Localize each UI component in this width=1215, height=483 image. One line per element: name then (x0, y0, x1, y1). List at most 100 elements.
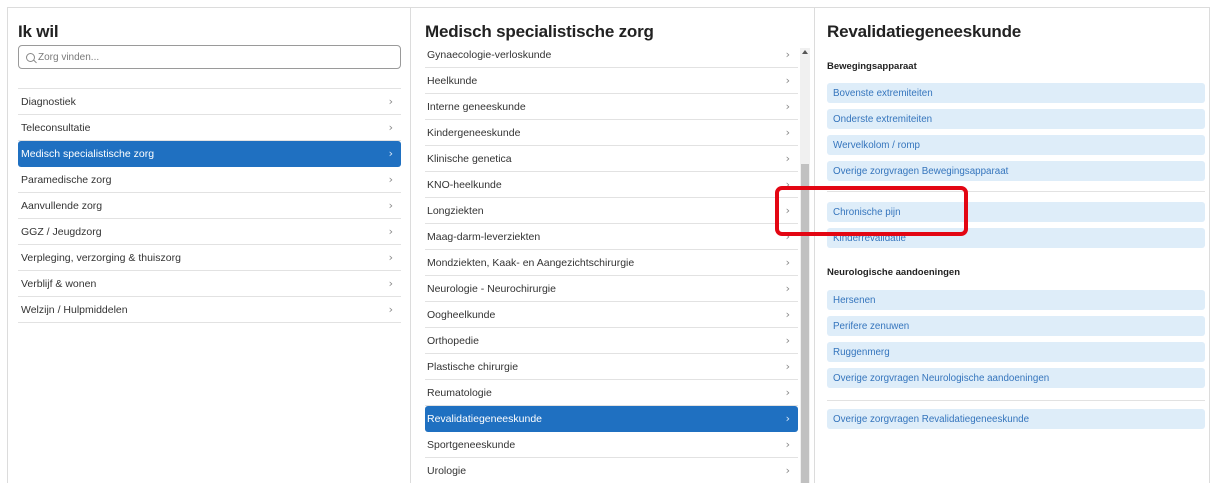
category-item[interactable]: Diagnostiek › (18, 89, 401, 115)
chevron-right-icon: › (785, 48, 790, 61)
category-item-label: Welzijn / Hulpmiddelen (21, 303, 128, 316)
section-title-neurologische-aandoeningen: Neurologische aandoeningen (827, 267, 961, 278)
panel-title: Revalidatiegeneeskunde (827, 22, 1022, 41)
subcategory-list: Hersenen Perifere zenuwen Ruggenmerg Ove… (827, 290, 1205, 394)
panel-title: Medisch specialistische zorg (425, 22, 654, 41)
specialism-item[interactable]: Interne geneeskunde › (425, 94, 798, 120)
category-item-label: Teleconsultatie (21, 121, 91, 134)
specialism-item[interactable]: Orthopedie › (425, 328, 798, 354)
specialism-item-label: Maag-darm-leverziekten (427, 230, 541, 243)
category-item-label: Paramedische zorg (21, 173, 112, 186)
chevron-right-icon: › (388, 251, 393, 264)
specialism-item[interactable]: Revalidatiegeneeskunde › (425, 406, 798, 432)
category-item[interactable]: GGZ / Jeugdzorg › (18, 219, 401, 245)
section-title-bewegingsapparaat: Bewegingsapparaat (827, 61, 917, 72)
specialism-item-label: Revalidatiegeneeskunde (427, 412, 543, 425)
specialism-item[interactable]: Gynaecologie-verloskunde › (425, 48, 798, 68)
category-item[interactable]: Paramedische zorg › (18, 167, 401, 193)
specialism-item[interactable]: Longziekten › (425, 198, 798, 224)
search-box[interactable] (18, 45, 401, 69)
specialism-item[interactable]: Kindergeneeskunde › (425, 120, 798, 146)
subcategory-item[interactable]: Overige zorgvragen Bewegingsapparaat (827, 161, 1205, 181)
specialism-item[interactable]: Oogheelkunde › (425, 302, 798, 328)
category-item-label: Medisch specialistische zorg (21, 147, 155, 160)
chevron-right-icon: › (785, 334, 790, 347)
specialism-list: Gynaecologie-verloskunde › Heelkunde › Inter… (425, 48, 798, 483)
scrollbar[interactable] (800, 48, 810, 483)
specialism-item-label: Heelkunde (427, 74, 478, 87)
specialism-item-label: Gynaecologie-verloskunde (427, 48, 552, 61)
panel-revalidatiegeneeskunde: Revalidatiegeneeskunde Bewegingsapparaat… (815, 8, 1209, 483)
chevron-right-icon: › (388, 303, 393, 316)
chevron-right-icon: › (785, 386, 790, 399)
specialism-list-viewport[interactable]: Gynaecologie-verloskunde › Heelkunde › Inter… (425, 48, 798, 483)
category-item[interactable]: Verblijf & wonen › (18, 271, 401, 297)
chevron-right-icon: › (785, 204, 790, 217)
specialism-item[interactable]: Neurologie - Neurochirurgie › (425, 276, 798, 302)
specialism-item[interactable]: Mondziekten, Kaak- en Aangezichtschirurg… (425, 250, 798, 276)
chevron-right-icon: › (388, 147, 393, 160)
chevron-right-icon: › (388, 173, 393, 186)
search-input[interactable] (38, 51, 378, 63)
chevron-right-icon: › (785, 100, 790, 113)
subcategory-item[interactable]: Overige zorgvragen Revalidatiegeneeskund… (827, 409, 1205, 429)
specialism-item[interactable]: Sportgeneeskunde › (425, 432, 798, 458)
chevron-right-icon: › (785, 464, 790, 477)
category-item[interactable]: Welzijn / Hulpmiddelen › (18, 297, 401, 323)
subcategory-item[interactable]: Ruggenmerg (827, 342, 1205, 362)
category-item-label: GGZ / Jeugdzorg (21, 225, 102, 238)
chevron-right-icon: › (388, 225, 393, 238)
specialism-item-label: Oogheelkunde (427, 308, 496, 321)
specialism-item-label: Sportgeneeskunde (427, 438, 516, 451)
category-item-label: Diagnostiek (21, 95, 76, 108)
subcategory-list: Chronische pijn Kinderrevalidatie (827, 202, 1205, 254)
scroll-thumb[interactable] (801, 164, 809, 483)
specialism-item-label: Orthopedie (427, 334, 479, 347)
chevron-right-icon: › (785, 412, 790, 425)
search-icon (26, 52, 35, 62)
specialism-item-label: Kindergeneeskunde (427, 126, 521, 139)
subcategory-item-chronische-pijn[interactable]: Chronische pijn (827, 202, 1205, 222)
category-item[interactable]: Teleconsultatie › (18, 115, 401, 141)
subcategory-item[interactable]: Overige zorgvragen Neurologische aandoen… (827, 368, 1205, 388)
specialism-item[interactable]: Maag-darm-leverziekten › (425, 224, 798, 250)
chevron-right-icon: › (785, 256, 790, 269)
subcategory-item[interactable]: Wervelkolom / romp (827, 135, 1205, 155)
subcategory-item[interactable]: Perifere zenuwen (827, 316, 1205, 336)
specialism-item-label: KNO-heelkunde (427, 178, 502, 191)
care-finder-app: Ik wil Diagnostiek›Teleconsultatie›Medis… (7, 7, 1210, 483)
specialism-item-label: Interne geneeskunde (427, 100, 526, 113)
specialism-item-label: Urologie (427, 464, 467, 477)
specialism-item[interactable]: Urologie › (425, 458, 798, 483)
category-item[interactable]: Aanvullende zorg › (18, 193, 401, 219)
subcategory-item-kinderrevalidatie[interactable]: Kinderrevalidatie (827, 228, 1205, 248)
chevron-right-icon: › (785, 178, 790, 191)
divider (827, 191, 1205, 192)
panel-title: Ik wil (18, 22, 59, 41)
chevron-right-icon: › (785, 308, 790, 321)
subcategory-item[interactable]: Hersenen (827, 290, 1205, 310)
chevron-right-icon: › (785, 152, 790, 165)
specialism-item-label: Plastische chirurgie (427, 360, 519, 373)
category-item[interactable]: Medisch specialistische zorg › (18, 141, 401, 167)
specialism-item[interactable]: Reumatologie › (425, 380, 798, 406)
specialism-item[interactable]: KNO-heelkunde › (425, 172, 798, 198)
specialism-item[interactable]: Heelkunde › (425, 68, 798, 94)
chevron-right-icon: › (388, 95, 393, 108)
panel-ik-wil: Ik wil Diagnostiek›Teleconsultatie›Medis… (8, 8, 411, 483)
scroll-up-arrow-icon[interactable] (802, 50, 808, 54)
subcategory-list: Overige zorgvragen Revalidatiegeneeskund… (827, 409, 1205, 435)
chevron-right-icon: › (785, 126, 790, 139)
panel-medisch-specialistische-zorg: Medisch specialistische zorg Gynaecologi… (411, 8, 815, 483)
specialism-item-label: Reumatologie (427, 386, 492, 399)
category-item[interactable]: Verpleging, verzorging & thuiszorg › (18, 245, 401, 271)
divider (827, 400, 1205, 401)
specialism-item-label: Klinische genetica (427, 152, 512, 165)
chevron-right-icon: › (388, 121, 393, 134)
subcategory-item[interactable]: Onderste extremiteiten (827, 109, 1205, 129)
specialism-item[interactable]: Plastische chirurgie › (425, 354, 798, 380)
subcategory-item[interactable]: Bovenste extremiteiten (827, 83, 1205, 103)
specialism-item[interactable]: Klinische genetica › (425, 146, 798, 172)
chevron-right-icon: › (785, 230, 790, 243)
subcategory-list: Bovenste extremiteiten Onderste extremit… (827, 83, 1205, 187)
